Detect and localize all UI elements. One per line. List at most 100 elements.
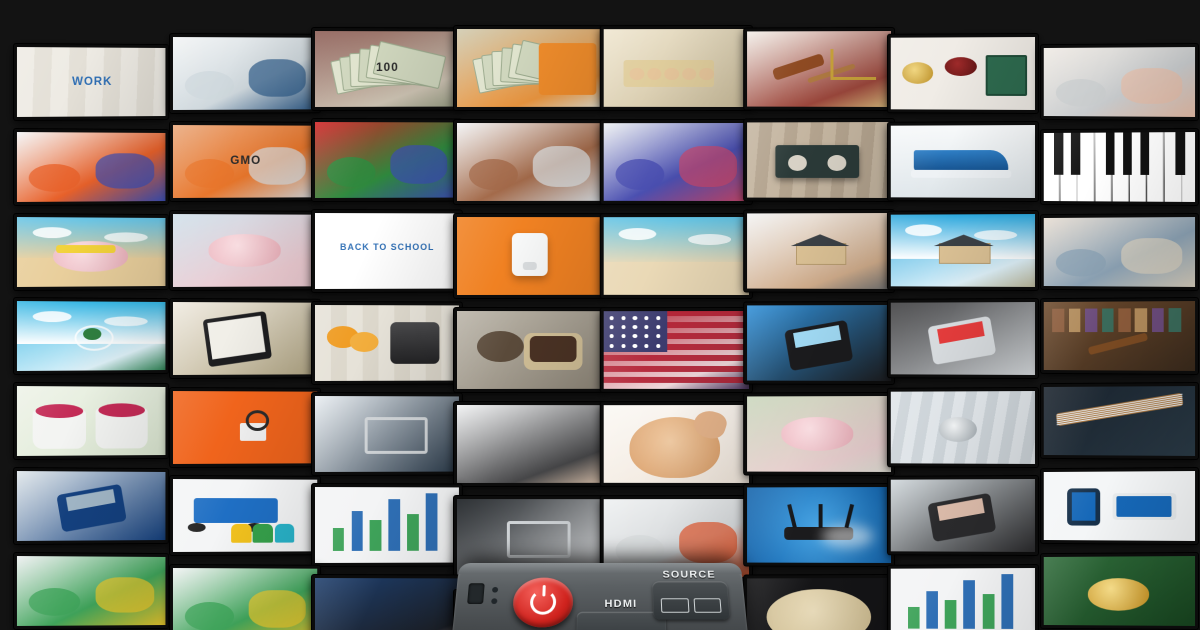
plug-socket [522,262,538,271]
screen-tile-house-in-hand-sky[interactable] [887,211,1038,290]
screen-content [172,479,318,552]
tv-remote-control[interactable]: HDMI SOURCE [450,562,750,630]
screen-content [1043,301,1196,371]
screen-tile-card-payment-terminal[interactable] [14,468,169,544]
screen-tile-house-key-orange[interactable] [170,388,321,467]
source-icon-right [693,598,722,613]
screen-tile-tree-in-bulb-sky[interactable] [14,298,169,374]
screen-content [603,405,750,483]
screen-tile-seashells-beach[interactable] [600,214,752,298]
screen-tile-juicer-with-fruit[interactable] [312,302,462,384]
screen-content [1043,471,1196,541]
screen-tile-vegetable-injection[interactable] [312,119,462,201]
berries-right [98,403,146,417]
white-key-6 [1147,132,1165,202]
chart-bar-3 [963,579,976,630]
screen-tile-blood-pressure-monitor[interactable] [312,575,462,630]
chart-bar-4 [407,514,419,551]
screen-content [890,37,1036,110]
screen-tile-washing-hands-sink[interactable] [1040,44,1198,120]
pill-blister [538,43,597,95]
screen-content [890,302,1036,375]
iron-body [913,149,1009,172]
flag-star [632,343,637,348]
screen-tile-steam-iron[interactable] [887,122,1038,201]
screen-tile-doctor-blood-test[interactable] [170,34,321,113]
screen-tile-night-light-plug[interactable] [454,214,606,298]
screen-tile-smartwatch-card-terminal[interactable] [887,299,1038,378]
screen-tile-chopping-vegetables[interactable] [170,565,321,630]
screen-content [747,213,892,289]
flag-star [632,334,637,339]
screen-tile-money-and-pills[interactable] [454,26,606,110]
truck-body [193,498,278,523]
screen-tile-coins-seal-and-book[interactable] [887,34,1038,113]
screen-tile-piggy-bank-beach[interactable] [14,214,169,290]
screen-tile-garbage-truck-recycling[interactable] [170,476,321,555]
screen-tile-hand-holding-banknotes[interactable]: 100 [312,28,462,110]
screen-tile-online-shopping-card[interactable] [454,120,606,204]
black-key-4 [1122,132,1132,176]
screen-content [747,487,892,563]
screen-tile-stethoscope-on-keyboard[interactable] [887,388,1038,467]
screen-content [172,391,318,464]
screen-tile-contactless-phone-payment[interactable] [744,302,894,384]
flag-stripe-5 [603,366,750,372]
screen-tile-raspberry-yogurt-cups[interactable] [14,383,169,459]
sand-band [603,262,750,295]
screen-tile-business-charts-report[interactable] [887,565,1038,630]
screen-tile-kitchen-vegetables[interactable] [14,553,169,629]
flag-star [644,325,649,329]
screen-tile-eggs-gmo-test[interactable]: GMO [170,122,321,201]
screen-content [890,568,1036,630]
screen-tile-checking-wristwatch-coffee[interactable] [454,402,606,486]
screen-tile-ereader-and-books[interactable] [170,299,321,378]
screen-tile-hands-protecting-house[interactable] [744,210,894,292]
source-button[interactable]: SOURCE [652,569,731,620]
screen-tile-christmas-ornament[interactable] [1040,553,1198,629]
screen-content [747,396,892,472]
screen-tile-store-card-terminal[interactable] [887,476,1038,555]
screen-tile-gavel-and-scales[interactable] [744,28,894,110]
screen-content: GMO [172,125,318,198]
screen-tile-device-battery-charging[interactable] [1040,468,1198,544]
screen-overlay-text: WORK [72,73,113,88]
screen-tile-wooden-blocks-work[interactable]: WORK [14,44,169,120]
scene-blob-2 [95,577,154,614]
flag-star [609,315,614,320]
flag-star [644,315,649,320]
power-button[interactable] [511,577,574,628]
screen-tile-lab-testing-tomato[interactable] [14,129,169,205]
ereader-screen [207,315,266,359]
screen-tile-child-with-inhaler[interactable] [1040,214,1198,290]
cassette-reel-r [827,155,847,171]
flag-stripe-6 [603,377,750,383]
screen-tile-document-scanner[interactable] [312,393,462,475]
screen-tile-wifi-router[interactable] [744,484,894,566]
flag-star [632,325,637,329]
screen-tile-back-to-school[interactable]: BACK TO SCHOOL [312,210,462,292]
screen-tile-playing-guitar[interactable] [1040,383,1198,459]
screen-tile-air-conditioner-filter[interactable] [600,120,752,204]
screen-content [16,471,166,541]
screen-tile-logistics-forklift-chart[interactable] [312,484,462,566]
screen-tile-sushi-platter[interactable] [744,575,894,630]
screen-tile-egg-carton-shopping[interactable] [600,26,752,110]
chart-bar-1 [926,591,938,630]
screen-content [890,125,1036,198]
flag-stripe-4 [603,355,750,361]
screen-tile-piano-keyboard[interactable] [1040,129,1198,205]
screen-tile-ginger-cat[interactable] [600,402,752,486]
screen-content [1043,386,1196,456]
phone-screen [1071,492,1096,522]
screen-tile-piggy-bank-house-savings[interactable] [744,393,894,475]
screen-tile-coffee-beans-sack[interactable] [454,308,606,392]
gold-coins [902,61,934,84]
source-button-label: SOURCE [662,569,717,581]
screen-tile-hands-holding-piggy-bank[interactable] [170,211,321,290]
screen-tile-cassette-tape-wood[interactable] [744,119,894,201]
screen-tile-usa-flag-justice[interactable] [600,308,752,392]
screen-tile-gavel-law-library[interactable] [1040,298,1198,374]
screen-content: BACK TO SCHOOL [314,213,459,289]
book-5 [1135,308,1148,332]
